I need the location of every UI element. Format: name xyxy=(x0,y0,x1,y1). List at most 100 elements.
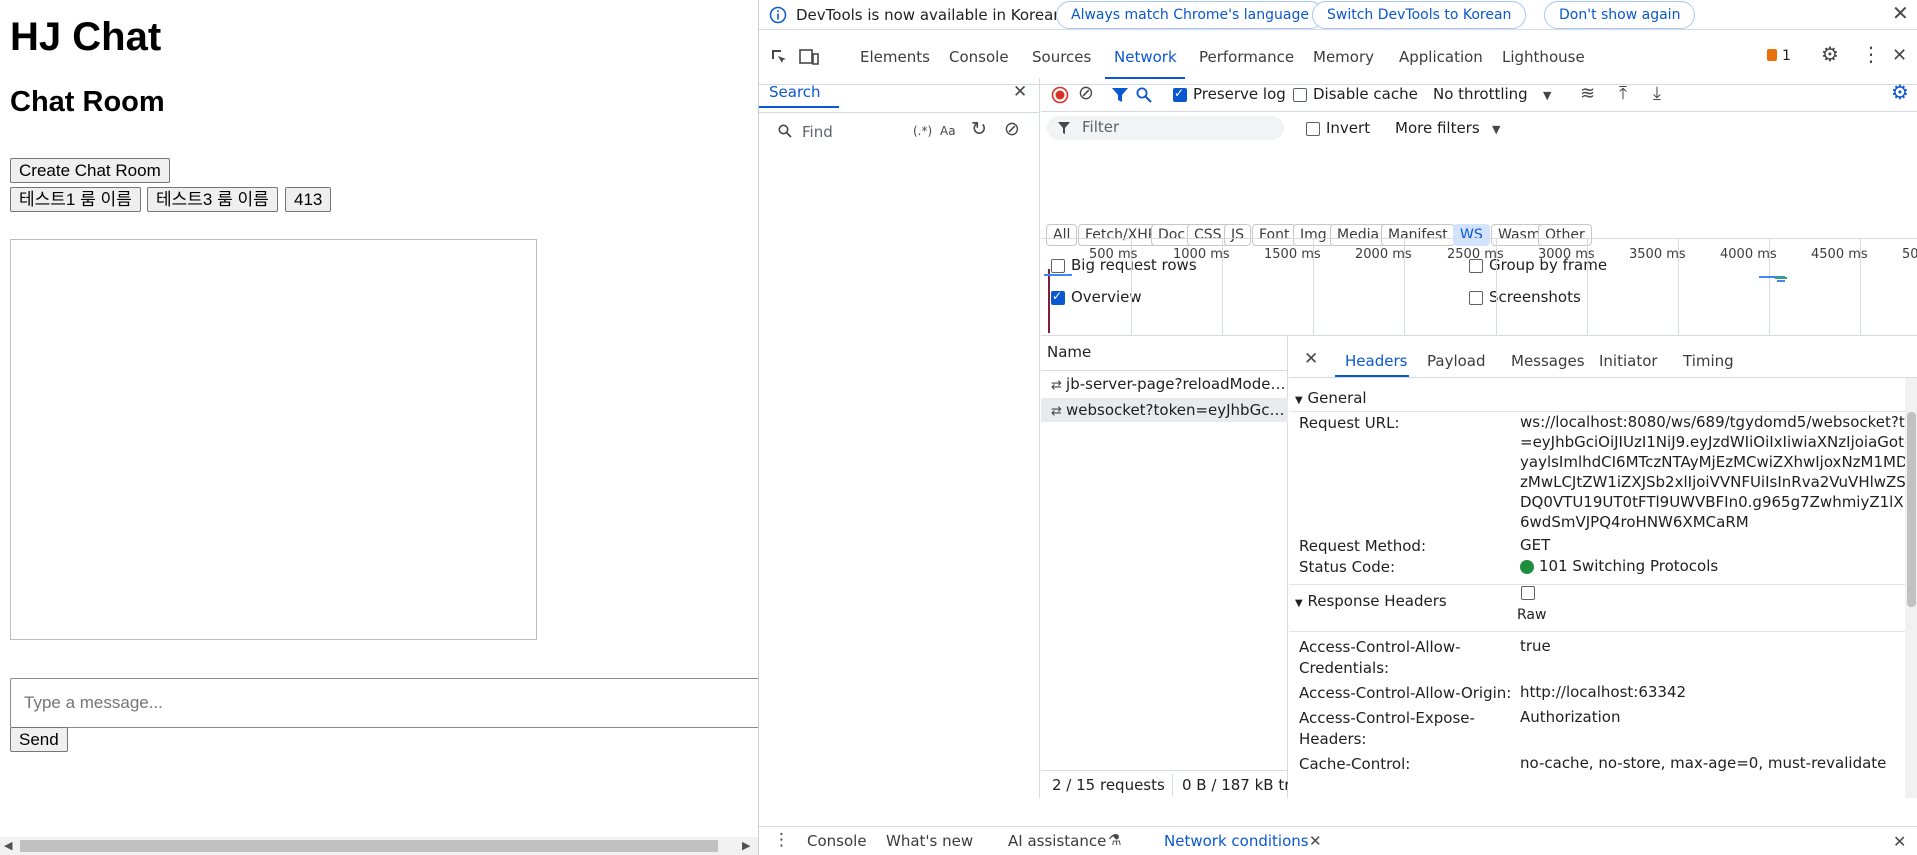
filter-icon[interactable] xyxy=(1111,87,1129,104)
tick-1000: 1000 ms xyxy=(1173,247,1230,262)
room-button-1[interactable]: 테스트1 룸 이름 xyxy=(10,187,141,212)
request-details-panel: ✕ Headers Payload Messages Initiator Tim… xyxy=(1289,336,1917,798)
room-button-413[interactable]: 413 xyxy=(285,187,332,212)
chevron-down-icon[interactable]: ▼ xyxy=(1543,87,1551,104)
refresh-search-icon[interactable]: ↻ xyxy=(971,120,987,139)
chat-messages-box xyxy=(10,239,537,640)
general-title: General xyxy=(1307,389,1367,407)
invert-checkbox[interactable] xyxy=(1306,122,1320,136)
tick-3000: 3000 ms xyxy=(1538,247,1595,262)
tab-lighthouse[interactable]: Lighthouse xyxy=(1502,48,1585,66)
tab-memory[interactable]: Memory xyxy=(1313,48,1374,66)
disable-cache-label: Disable cache xyxy=(1313,85,1418,103)
export-har-icon[interactable]: ⤓ xyxy=(1653,85,1661,103)
websocket-icon: ⇄ xyxy=(1051,378,1067,393)
regex-toggle[interactable]: (.*) xyxy=(913,124,932,138)
detail-tab-payload[interactable]: Payload xyxy=(1427,352,1486,370)
name-column-header[interactable]: Name xyxy=(1047,343,1091,361)
header-key: Access-Control-Expose- xyxy=(1299,709,1475,727)
header-key: Access-Control-Allow- xyxy=(1299,638,1461,656)
tick-2500: 2500 ms xyxy=(1447,247,1504,262)
tick-1500: 1500 ms xyxy=(1264,247,1321,262)
tab-performance[interactable]: Performance xyxy=(1199,48,1294,66)
section-divider xyxy=(1289,631,1917,632)
web-page: HJ Chat Chat Room Create Chat Room 테스트1 … xyxy=(0,0,758,855)
match-case-toggle[interactable]: Aa xyxy=(940,124,956,138)
clear-log-icon[interactable]: ⊘ xyxy=(1078,84,1094,103)
summary-divider xyxy=(1041,770,1288,771)
preserve-log-checkbox[interactable] xyxy=(1173,86,1187,102)
scroll-right-icon[interactable]: ▶ xyxy=(742,839,750,852)
tab-sources[interactable]: Sources xyxy=(1032,48,1091,66)
dont-show-again-button[interactable]: Don't show again xyxy=(1544,1,1696,29)
detail-tab-initiator[interactable]: Initiator xyxy=(1599,352,1658,370)
request-row-selected[interactable]: ⇄ websocket?token=eyJhbGciOi... xyxy=(1041,398,1288,422)
summary-separator xyxy=(1172,774,1173,796)
filter-input[interactable]: Filter xyxy=(1047,116,1284,140)
device-toolbar-icon[interactable] xyxy=(799,48,819,66)
detail-tabs-divider xyxy=(1289,377,1917,378)
detail-tab-messages[interactable]: Messages xyxy=(1511,352,1585,370)
always-match-language-button[interactable]: Always match Chrome's language xyxy=(1056,1,1324,29)
close-search-icon[interactable]: ✕ xyxy=(1013,84,1027,101)
search-find-input[interactable]: Find xyxy=(802,123,833,141)
details-scrollbar-thumb[interactable] xyxy=(1907,412,1916,607)
tick-4500: 4500 ms xyxy=(1811,247,1868,262)
timeline-overview[interactable]: 500 ms 1000 ms 1500 ms 2000 ms 2500 ms 3… xyxy=(1041,238,1917,336)
request-url-label: Request URL: xyxy=(1299,414,1400,432)
issues-count[interactable]: 1 xyxy=(1782,48,1791,64)
search-network-icon[interactable] xyxy=(1136,87,1152,103)
page-subtitle: Chat Room xyxy=(10,86,165,118)
message-input[interactable] xyxy=(10,678,758,728)
drawer-tab-network-conditions[interactable]: Network conditions xyxy=(1164,832,1309,850)
tab-elements[interactable]: Elements xyxy=(860,48,930,66)
settings-gear-icon[interactable]: ⚙ xyxy=(1821,44,1839,64)
tab-network[interactable]: Network xyxy=(1114,48,1177,66)
record-icon[interactable] xyxy=(1051,86,1069,104)
status-code-value: 101 Switching Protocols xyxy=(1539,557,1719,575)
close-drawer-tab-icon[interactable]: ✕ xyxy=(1309,833,1322,850)
expand-triangle-icon: ▼ xyxy=(1295,395,1303,406)
throttling-select[interactable]: No throttling xyxy=(1433,85,1528,103)
create-chat-room-button[interactable]: Create Chat Room xyxy=(10,158,170,183)
header-value: http://localhost:63342 xyxy=(1520,683,1687,701)
drawer-menu-icon[interactable]: ⋮ xyxy=(773,832,790,849)
scroll-left-icon[interactable]: ◀ xyxy=(4,839,12,852)
horizontal-scrollbar[interactable]: ◀ ▶ xyxy=(0,837,758,855)
clear-search-icon[interactable]: ⊘ xyxy=(1004,120,1020,139)
close-drawer-icon[interactable]: ✕ xyxy=(1893,833,1906,850)
raw-headers-checkbox[interactable] xyxy=(1521,586,1535,600)
request-name: jb-server-page?reloadMode=... xyxy=(1066,375,1288,393)
more-options-icon[interactable]: ⋮ xyxy=(1861,44,1881,64)
search-tab-indicator xyxy=(759,106,839,108)
more-filters-button[interactable]: More filters xyxy=(1395,119,1480,137)
more-filters-chevron-icon[interactable]: ▼ xyxy=(1492,121,1500,138)
close-infobar-icon[interactable]: ✕ xyxy=(1892,3,1909,23)
request-row[interactable]: ⇄ jb-server-page?reloadMode=... xyxy=(1041,372,1288,396)
details-scrollbar[interactable] xyxy=(1905,378,1917,798)
inspect-element-icon[interactable] xyxy=(770,48,788,66)
close-details-icon[interactable]: ✕ xyxy=(1304,351,1318,368)
issues-icon[interactable] xyxy=(1767,49,1777,61)
invert-label: Invert xyxy=(1326,119,1371,137)
import-har-icon[interactable]: ⤒ xyxy=(1619,85,1627,103)
header-key: Access-Control-Allow-Origin: xyxy=(1299,684,1512,702)
switch-to-korean-button[interactable]: Switch DevTools to Korean xyxy=(1312,1,1527,29)
response-headers-section-header[interactable]: ▼ Response Headers xyxy=(1289,587,1917,615)
disable-cache-checkbox[interactable] xyxy=(1293,88,1307,102)
infobar-message: DevTools is now available in Korean! xyxy=(796,6,1069,24)
drawer-tab-ai-assistance[interactable]: AI assistance xyxy=(1008,832,1106,850)
network-settings-icon[interactable]: ⚙ xyxy=(1891,82,1909,102)
send-button[interactable]: Send xyxy=(10,727,68,752)
drawer-tab-whats-new[interactable]: What's new xyxy=(886,832,973,850)
tab-application[interactable]: Application xyxy=(1399,48,1483,66)
scrollbar-thumb[interactable] xyxy=(20,840,718,852)
detail-tab-timing[interactable]: Timing xyxy=(1683,352,1734,370)
room-button-3[interactable]: 테스트3 룸 이름 xyxy=(147,187,278,212)
drawer-tab-console[interactable]: Console xyxy=(807,832,867,850)
detail-tab-headers[interactable]: Headers xyxy=(1345,352,1407,370)
tab-console[interactable]: Console xyxy=(949,48,1009,66)
network-conditions-icon[interactable]: ≋ xyxy=(1580,85,1595,103)
general-section-header[interactable]: ▼ General xyxy=(1289,384,1917,412)
close-devtools-icon[interactable]: ✕ xyxy=(1892,47,1907,65)
